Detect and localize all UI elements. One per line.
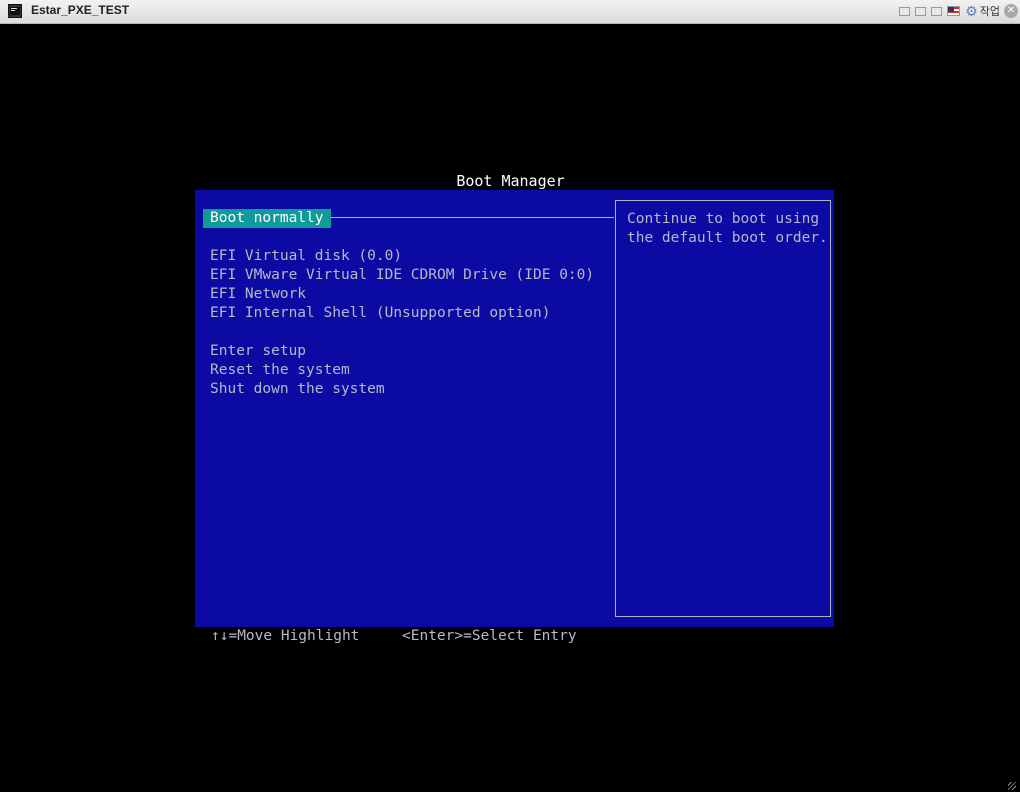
title-bar[interactable]: Estar_PXE_TEST ⚙ 작업 ✕ xyxy=(0,0,1020,24)
help-panel: Continue to boot using the default boot … xyxy=(615,200,831,617)
boot-menu-item-efi-shell[interactable]: EFI Internal Shell (Unsupported option) xyxy=(210,304,550,323)
console-screen[interactable]: Boot Manager Boot normally EFI Virtual d… xyxy=(3,25,1018,792)
resize-grip-icon[interactable] xyxy=(1008,782,1016,790)
gear-icon[interactable]: ⚙ xyxy=(965,4,978,18)
help-text: Continue to boot using the default boot … xyxy=(627,211,828,246)
boot-menu-item-efi-cdrom[interactable]: EFI VMware Virtual IDE CDROM Drive (IDE … xyxy=(210,266,594,285)
console-app-icon xyxy=(8,4,22,18)
maximize-icon[interactable] xyxy=(931,6,943,16)
boot-menu-item-shutdown[interactable]: Shut down the system xyxy=(210,380,385,399)
selection-separator-line xyxy=(312,217,614,218)
boot-manager-title-row: Boot Manager xyxy=(3,172,1018,190)
restore-icon[interactable] xyxy=(915,6,927,16)
vm-console-window: Estar_PXE_TEST ⚙ 작업 ✕ Boot Manager Boot … xyxy=(0,0,1020,792)
boot-menu-item-reset[interactable]: Reset the system xyxy=(210,361,350,380)
boot-manager-panel: Boot normally EFI Virtual disk (0.0) EFI… xyxy=(195,190,834,627)
minimize-icon[interactable] xyxy=(899,6,911,16)
window-title: Estar_PXE_TEST xyxy=(31,3,130,17)
close-icon[interactable]: ✕ xyxy=(1004,4,1018,18)
footer-move-hint: ↑↓=Move Highlight xyxy=(211,628,360,644)
boot-menu-item-efi-network[interactable]: EFI Network xyxy=(210,285,306,304)
keyboard-layout-flag-icon[interactable] xyxy=(947,6,961,16)
boot-menu-item-efi-virtual-disk[interactable]: EFI Virtual disk (0.0) xyxy=(210,247,402,266)
title-bar-controls: ⚙ 작업 ✕ xyxy=(899,2,1020,20)
boot-menu-item-boot-normally[interactable]: Boot normally xyxy=(203,209,331,228)
footer-select-hint: <Enter>=Select Entry xyxy=(402,628,577,644)
boot-manager-title: Boot Manager xyxy=(452,172,569,190)
job-menu-button[interactable]: 작업 xyxy=(980,3,1000,19)
boot-menu-item-enter-setup[interactable]: Enter setup xyxy=(210,342,306,361)
